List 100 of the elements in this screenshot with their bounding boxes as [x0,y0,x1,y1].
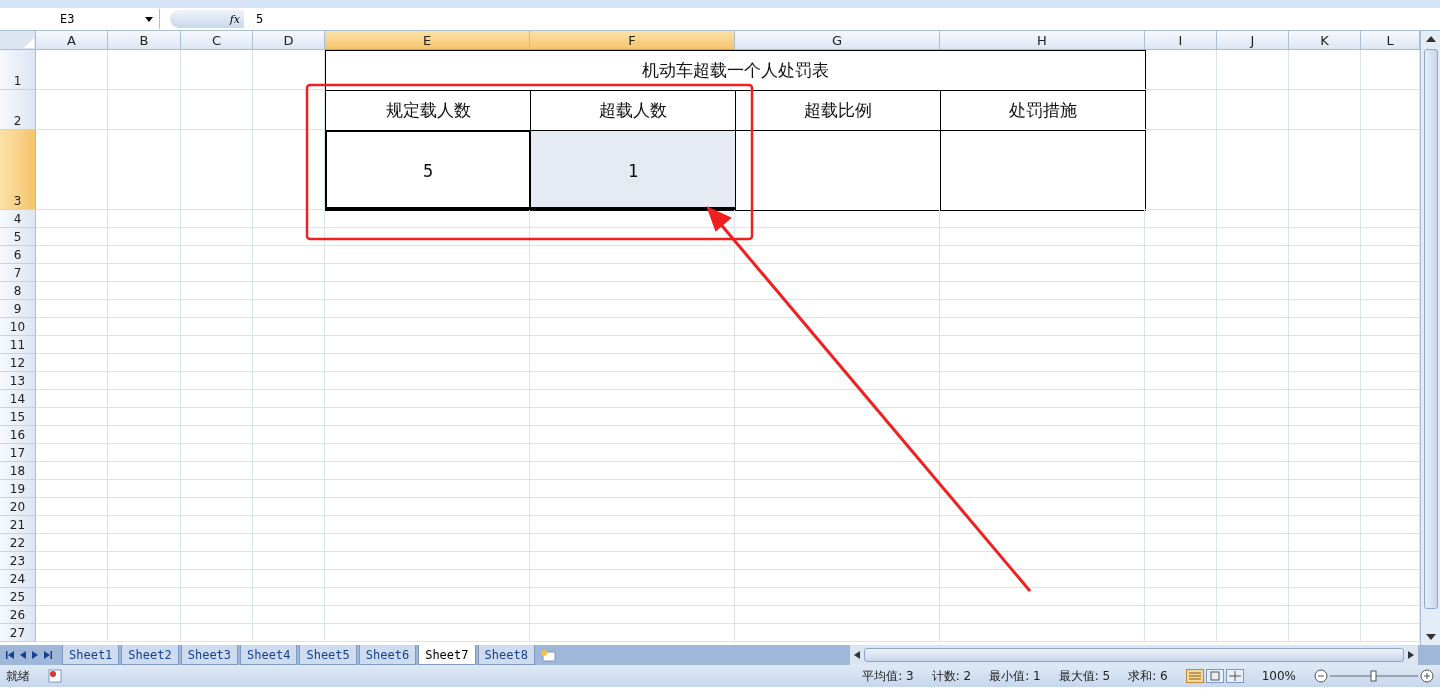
empty-cell[interactable] [253,210,325,228]
normal-view-icon[interactable] [1185,669,1204,683]
scroll-right-icon[interactable] [1408,651,1414,659]
empty-cell[interactable] [735,336,940,354]
empty-cell[interactable] [108,462,181,480]
empty-cell[interactable] [940,606,1145,624]
row-header[interactable]: 15 [0,408,36,426]
empty-cell[interactable] [1289,588,1361,606]
empty-cell[interactable] [530,246,735,264]
empty-cell[interactable] [1145,444,1217,462]
empty-cell[interactable] [1145,90,1217,130]
empty-cell[interactable] [1217,498,1289,516]
empty-cell[interactable] [1145,282,1217,300]
empty-cell[interactable] [253,372,325,390]
row-header[interactable]: 18 [0,462,36,480]
empty-cell[interactable] [940,228,1145,246]
empty-cell[interactable] [940,444,1145,462]
sheet-tab[interactable]: Sheet7 [418,645,476,665]
row-header[interactable]: 20 [0,498,36,516]
empty-cell[interactable] [735,282,940,300]
empty-cell[interactable] [325,480,530,498]
first-sheet-icon[interactable] [6,651,14,659]
empty-cell[interactable] [1289,444,1361,462]
scrollbar-thumb[interactable] [1423,49,1438,609]
empty-cell[interactable] [325,246,530,264]
empty-cell[interactable] [1145,336,1217,354]
empty-cell[interactable] [1145,246,1217,264]
empty-cell[interactable] [530,570,735,588]
empty-cell[interactable] [1217,300,1289,318]
empty-cell[interactable] [530,336,735,354]
table-cell[interactable]: 1 [530,130,736,211]
empty-cell[interactable] [530,462,735,480]
empty-cell[interactable] [530,588,735,606]
empty-cell[interactable] [325,408,530,426]
empty-cell[interactable] [325,498,530,516]
column-header[interactable]: L [1361,31,1420,50]
empty-cell[interactable] [253,588,325,606]
empty-cell[interactable] [108,354,181,372]
empty-cell[interactable] [181,624,253,642]
empty-cell[interactable] [325,426,530,444]
empty-cell[interactable] [735,462,940,480]
empty-cell[interactable] [108,228,181,246]
empty-cell[interactable] [1145,50,1217,90]
empty-cell[interactable] [1217,130,1289,210]
empty-cell[interactable] [735,516,940,534]
empty-cell[interactable] [1217,444,1289,462]
empty-cell[interactable] [108,480,181,498]
empty-cell[interactable] [181,372,253,390]
empty-cell[interactable] [1289,462,1361,480]
empty-cell[interactable] [1145,300,1217,318]
empty-cell[interactable] [530,318,735,336]
empty-cell[interactable] [940,480,1145,498]
empty-cell[interactable] [325,552,530,570]
empty-cell[interactable] [940,354,1145,372]
row-header[interactable]: 14 [0,390,36,408]
empty-cell[interactable] [325,588,530,606]
empty-cell[interactable] [181,246,253,264]
empty-cell[interactable] [530,372,735,390]
empty-cell[interactable] [1289,516,1361,534]
empty-cell[interactable] [1145,606,1217,624]
empty-cell[interactable] [1145,130,1217,210]
column-header[interactable]: F [530,31,735,50]
empty-cell[interactable] [530,390,735,408]
sheet-tab[interactable]: Sheet2 [121,645,179,665]
empty-cell[interactable] [530,408,735,426]
empty-cell[interactable] [1217,408,1289,426]
empty-cell[interactable] [1289,552,1361,570]
empty-cell[interactable] [1217,354,1289,372]
empty-cell[interactable] [253,444,325,462]
row-header[interactable]: 22 [0,534,36,552]
empty-cell[interactable] [1145,354,1217,372]
empty-cell[interactable] [735,390,940,408]
empty-cell[interactable] [181,480,253,498]
page-break-icon[interactable] [1225,669,1244,683]
row-header[interactable]: 7 [0,264,36,282]
horizontal-scrollbar-thumb[interactable] [864,648,1404,662]
new-sheet-icon[interactable] [539,648,556,662]
zoom-slider-icon[interactable] [1314,669,1434,683]
empty-cell[interactable] [181,282,253,300]
row-header[interactable]: 26 [0,606,36,624]
empty-cell[interactable] [253,606,325,624]
empty-cell[interactable] [1289,90,1361,130]
empty-cell[interactable] [181,264,253,282]
empty-cell[interactable] [735,228,940,246]
empty-cell[interactable] [253,408,325,426]
empty-cell[interactable] [940,300,1145,318]
empty-cell[interactable] [1217,282,1289,300]
empty-cell[interactable] [1217,246,1289,264]
empty-cell[interactable] [1217,534,1289,552]
empty-cell[interactable] [940,498,1145,516]
empty-cell[interactable] [735,264,940,282]
empty-cell[interactable] [108,624,181,642]
empty-cell[interactable] [325,570,530,588]
empty-cell[interactable] [181,318,253,336]
empty-cell[interactable] [181,130,253,210]
empty-cell[interactable] [253,516,325,534]
row-header[interactable]: 1 [0,50,36,90]
empty-cell[interactable] [530,300,735,318]
empty-cell[interactable] [325,516,530,534]
empty-cell[interactable] [108,588,181,606]
